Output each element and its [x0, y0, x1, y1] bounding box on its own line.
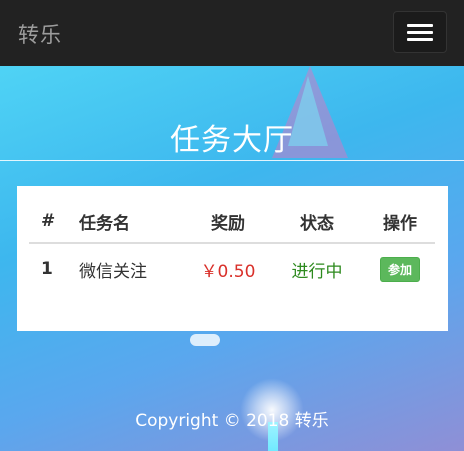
table-row: 1 微信关注 ￥0.50 进行中 参加 [29, 242, 435, 294]
join-button[interactable]: 参加 [379, 256, 420, 282]
header-reward: 奖励 [187, 200, 269, 244]
menu-bar [407, 24, 433, 27]
navbar: 转乐 [0, 0, 464, 66]
decorative-cloud [190, 334, 220, 346]
row-task-name: 微信关注 [79, 242, 187, 294]
row-num: 1 [29, 242, 79, 294]
hamburger-menu-icon[interactable] [393, 11, 447, 53]
task-table: # 任务名 奖励 状态 操作 1 微信关注 ￥0.50 进行中 参加 [29, 200, 435, 294]
header-name: 任务名 [79, 200, 187, 244]
footer-copyright: Copyright © 2018 转乐 [135, 411, 329, 431]
task-panel: # 任务名 奖励 状态 操作 1 微信关注 ￥0.50 进行中 参加 [17, 186, 448, 331]
menu-bar [407, 31, 433, 34]
header-action: 操作 [365, 200, 435, 244]
row-status: 进行中 [269, 242, 365, 294]
header-status: 状态 [269, 200, 365, 244]
header-num: # [29, 200, 79, 244]
row-action-cell: 参加 [365, 242, 435, 294]
menu-bar [407, 38, 433, 41]
page-title: 任务大厅 [170, 123, 294, 158]
row-reward: ￥0.50 [187, 242, 269, 294]
brand-logo[interactable]: 转乐 [18, 19, 62, 49]
title-divider [0, 160, 464, 161]
table-header-row: # 任务名 奖励 状态 操作 [29, 200, 435, 244]
